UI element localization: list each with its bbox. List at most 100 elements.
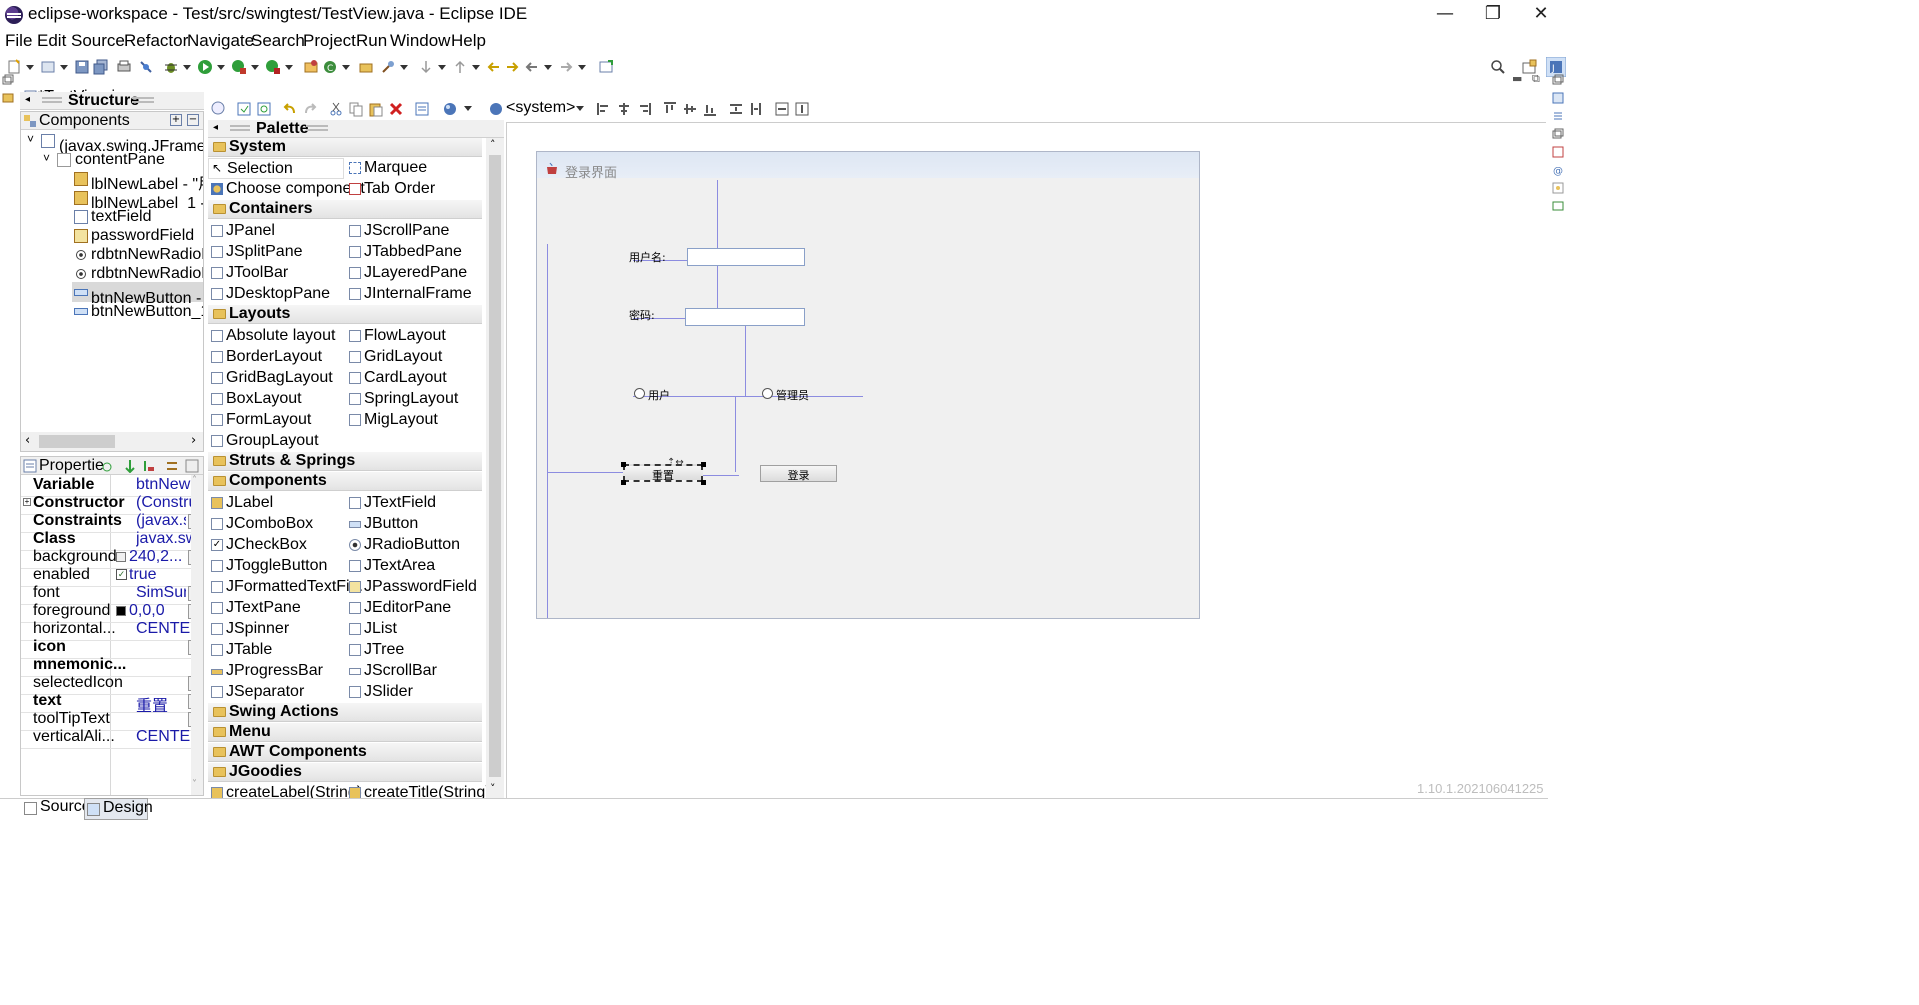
selection-handle[interactable] [701,462,706,467]
reset-button[interactable]: 重置 [623,464,703,482]
prev-annotation-icon[interactable] [452,59,468,75]
palette-category-menu[interactable]: Menu [208,723,482,742]
debug-dropdown-icon[interactable] [183,65,191,70]
outline-icon[interactable] [1552,92,1564,104]
palette-item-jbutton[interactable]: JButton [346,514,482,535]
scroll-thumb[interactable] [39,435,115,448]
palette-item-borderlayout[interactable]: BorderLayout [208,347,344,368]
run-dropdown-icon[interactable] [217,65,225,70]
scroll-thumb[interactable] [489,155,501,777]
password-field[interactable] [685,308,805,326]
palette-vscrollbar[interactable]: ˄ ˅ [486,138,504,798]
javadoc-icon[interactable]: @ [1552,164,1564,176]
paste-icon[interactable] [368,101,384,117]
search-tool-dropdown-icon[interactable] [400,65,408,70]
palette-item-gridbaglayout[interactable]: GridBagLayout [208,368,344,389]
palette-item-jtextpane[interactable]: JTextPane [208,598,344,619]
back-dropdown-icon[interactable] [544,65,552,70]
palette-item-jseparator[interactable]: JSeparator [208,682,344,703]
menu-navigate[interactable]: Navigate [187,31,254,51]
palette-item-jscrollpane[interactable]: JScrollPane [346,221,482,242]
convert-local-icon[interactable] [141,459,155,473]
properties-vscrollbar[interactable]: ˄ ˅ [191,475,203,795]
username-field[interactable] [687,248,805,266]
palette-item-jpanel[interactable]: JPanel [208,221,344,242]
declaration-icon[interactable] [1552,182,1564,194]
palette-item-jinternalframe[interactable]: JInternalFrame [346,284,482,305]
replicate-width-icon[interactable] [774,101,790,117]
palette-item-marquee[interactable]: Marquee [346,158,482,179]
menu-refactor[interactable]: Refactor [124,31,188,51]
scroll-left-icon[interactable]: ‹ [25,433,30,448]
last-edit-forward-icon[interactable] [504,59,520,75]
palette-item-gridlayout[interactable]: GridLayout [346,347,482,368]
palette-item-springlayout[interactable]: SpringLayout [346,389,482,410]
palette-category-awt[interactable]: AWT Components [208,743,482,762]
palette-category-components[interactable]: Components [208,472,482,491]
new-class-icon[interactable]: C [322,59,338,75]
palette-item-jspinner[interactable]: JSpinner [208,619,344,640]
palette-category-swing-actions[interactable]: Swing Actions [208,703,482,722]
selection-handle[interactable] [621,480,626,485]
package-explorer-icon[interactable] [2,92,14,104]
close-button[interactable]: ✕ [1518,0,1564,30]
coverage-dropdown-icon[interactable] [251,65,259,70]
editor-minimize-button[interactable]: ▬ [1512,72,1522,85]
prev-annotation-dropdown-icon[interactable] [472,65,480,70]
restore-icon[interactable] [2,74,14,86]
palette-item-jeditorpane[interactable]: JEditorPane [346,598,482,619]
look-and-feel-dropdown-icon[interactable] [464,106,472,111]
open-dropdown-icon[interactable] [60,65,68,70]
back-icon[interactable] [524,59,540,75]
palette-item-jdesktoppane[interactable]: JDesktopPane [208,284,344,305]
palette-item-miglayout[interactable]: MigLayout [346,410,482,431]
menu-file[interactable]: File [5,31,32,51]
forward-dropdown-icon[interactable] [578,65,586,70]
palette-item-jscrollbar[interactable]: JScrollBar [346,661,482,682]
palette-item-cardlayout[interactable]: CardLayout [346,368,482,389]
align-left-icon[interactable] [596,101,612,117]
palette-item-createlabel[interactable]: createLabel(String) [208,783,362,798]
save-all-icon[interactable] [93,59,109,75]
move-handle-icon[interactable]: ⇡↔ [667,457,684,468]
maximize-button[interactable]: ❐ [1470,0,1516,30]
align-top-icon[interactable] [662,101,678,117]
goto-definition-icon[interactable] [123,459,137,473]
refresh-icon[interactable] [256,101,272,117]
design-tab[interactable]: Design [84,798,153,820]
test-gui-icon[interactable] [236,101,252,117]
new-class-dropdown-icon[interactable] [342,65,350,70]
external-tools-dropdown-icon[interactable] [285,65,293,70]
palette-item-jtogglebutton[interactable]: JToggleButton [208,556,344,577]
run-icon[interactable] [197,59,213,75]
restore-default-icon[interactable] [185,459,199,473]
expand-all-icon[interactable]: + [170,114,182,126]
pin-editor-icon[interactable] [598,59,614,75]
menu-run[interactable]: Run [356,31,387,51]
palette-item-jpasswordfield[interactable]: JPasswordField [346,577,482,598]
align-bottom-icon[interactable] [702,101,718,117]
align-middle-icon[interactable] [682,101,698,117]
palette-item-jformattedtextfield[interactable]: JFormattedTextFi... [208,577,363,598]
scroll-up-icon[interactable]: ˄ [490,138,496,151]
login-button[interactable]: 登录 [760,465,837,482]
show-advanced-icon[interactable] [165,459,179,473]
skip-breakpoints-icon[interactable] [138,59,154,75]
editor-maximize-button[interactable]: ⧉ [1532,72,1540,86]
palette-item-jlist[interactable]: JList [346,619,482,640]
tree-collapse-icon[interactable]: ˅ [27,132,34,146]
palette-item-jslider[interactable]: JSlider [346,682,482,703]
minimize-button[interactable]: — [1422,0,1468,30]
restore-right-2-icon[interactable] [1552,128,1564,140]
copy-icon[interactable] [348,101,364,117]
palette-item-jtabbedpane[interactable]: JTabbedPane [346,242,482,263]
palette-item-jcheckbox[interactable]: ✓ JCheckBox [208,535,344,556]
palette-category-system[interactable]: System [208,138,482,157]
new-dropdown-icon[interactable] [26,65,34,70]
palette-item-jlayeredpane[interactable]: JLayeredPane [346,263,482,284]
palette-item-jtree[interactable]: JTree [346,640,482,661]
open-type-hierarchy-icon[interactable] [358,59,374,75]
palette-item-formlayout[interactable]: FormLayout [208,410,344,431]
palette-item-jtoolbar[interactable]: JToolBar [208,263,344,284]
collapse-palette-icon[interactable]: ◂ [213,122,218,133]
